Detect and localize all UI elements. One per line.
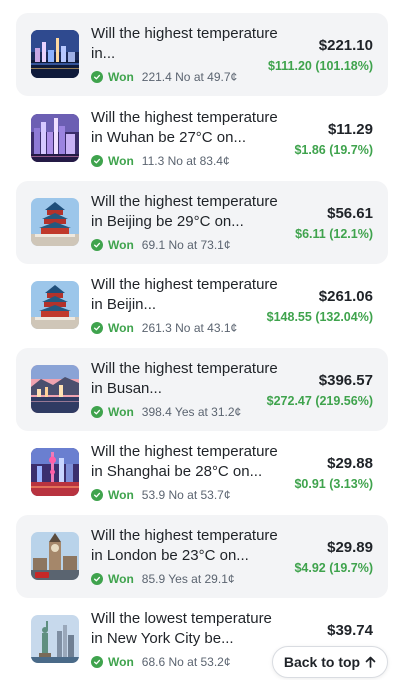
position-detail: 221.4 No at 49.7¢ (141, 70, 238, 84)
market-title[interactable]: Will the highest temperature in London b… (91, 526, 287, 566)
position-detail: 11.3 No at 83.4¢ (141, 154, 230, 168)
position-meta: Won 53.9 No at 53.7¢ (91, 487, 231, 503)
market-title[interactable]: Will the highest temperature in... (91, 24, 287, 64)
arrow-up-icon (365, 656, 376, 668)
statue-of-liberty-image (31, 615, 79, 663)
position-value: $11.29 (327, 121, 373, 138)
market-title[interactable]: Will the highest temperature in Wuhan be… (91, 108, 287, 148)
won-status: Won (108, 405, 134, 419)
check-circle-icon (91, 71, 103, 83)
check-circle-icon (91, 239, 103, 251)
back-to-top-label: Back to top (283, 654, 361, 670)
check-circle-icon (91, 489, 103, 501)
shanghai-tower-image (31, 448, 79, 496)
position-card[interactable]: Will the highest temperature in... Won 2… (16, 13, 388, 96)
position-detail: 53.9 No at 53.7¢ (141, 488, 231, 502)
position-value: $39.74 (327, 622, 373, 639)
position-meta: Won 398.4 Yes at 31.2¢ (91, 404, 241, 420)
won-status: Won (108, 655, 134, 669)
position-pnl: $0.91 (3.13%) (294, 477, 373, 491)
position-detail: 68.6 No at 53.2¢ (141, 655, 231, 669)
market-title[interactable]: Will the highest temperature in Busan... (91, 359, 287, 399)
position-pnl: $6.11 (12.1%) (295, 227, 373, 241)
temple-of-heaven-image (31, 198, 79, 246)
market-title[interactable]: Will the highest temperature in Beijing … (91, 192, 287, 232)
position-card[interactable]: Will the highest temperature in Shanghai… (16, 431, 388, 514)
busan-coast-image (31, 365, 79, 413)
position-pnl: $1.86 (19.7%) (294, 143, 373, 157)
wuhan-skyline-image (31, 114, 79, 162)
check-circle-icon (91, 406, 103, 418)
won-status: Won (108, 238, 134, 252)
check-circle-icon (91, 322, 103, 334)
position-meta: Won 68.6 No at 53.2¢ (91, 654, 231, 670)
won-status: Won (108, 572, 134, 586)
position-value: $29.88 (327, 455, 373, 472)
position-meta: Won 11.3 No at 83.4¢ (91, 153, 230, 169)
check-circle-icon (91, 155, 103, 167)
position-value: $56.61 (327, 205, 373, 222)
position-card[interactable]: Will the highest temperature in Busan...… (16, 348, 388, 431)
position-pnl: $272.47 (219.56%) (266, 394, 373, 408)
position-meta: Won 221.4 No at 49.7¢ (91, 69, 237, 85)
position-detail: 261.3 No at 43.1¢ (141, 321, 238, 335)
position-detail: 398.4 Yes at 31.2¢ (141, 405, 242, 419)
position-detail: 85.9 Yes at 29.1¢ (141, 572, 235, 586)
position-pnl: $4.92 (19.7%) (294, 561, 373, 575)
position-pnl: $148.55 (132.04%) (266, 310, 373, 324)
position-card[interactable]: Will the highest temperature in Wuhan be… (16, 97, 388, 180)
position-card[interactable]: Will the highest temperature in London b… (16, 515, 388, 598)
position-card[interactable]: Will the highest temperature in Beijing … (16, 181, 388, 264)
back-to-top-button[interactable]: Back to top (272, 646, 388, 678)
temple-of-heaven-image (31, 281, 79, 329)
position-card[interactable]: Will the highest temperature in Beijin..… (16, 264, 388, 347)
market-title[interactable]: Will the highest temperature in Shanghai… (91, 442, 287, 482)
won-status: Won (108, 488, 134, 502)
won-status: Won (108, 321, 134, 335)
check-circle-icon (91, 656, 103, 668)
position-meta: Won 261.3 No at 43.1¢ (91, 320, 237, 336)
position-value: $221.10 (318, 37, 373, 54)
position-value: $261.06 (318, 288, 373, 305)
position-value: $29.89 (327, 539, 373, 556)
check-circle-icon (91, 573, 103, 585)
market-title[interactable]: Will the lowest temperature in New York … (91, 609, 287, 649)
position-meta: Won 85.9 Yes at 29.1¢ (91, 571, 235, 587)
market-title[interactable]: Will the highest temperature in Beijin..… (91, 275, 287, 315)
big-ben-image (31, 532, 79, 580)
won-status: Won (108, 70, 134, 84)
position-meta: Won 69.1 No at 73.1¢ (91, 237, 231, 253)
night-city-skyline-image (31, 30, 79, 78)
position-value: $396.57 (318, 372, 373, 389)
position-pnl: $111.20 (101.18%) (268, 59, 373, 73)
won-status: Won (108, 154, 134, 168)
position-detail: 69.1 No at 73.1¢ (141, 238, 231, 252)
